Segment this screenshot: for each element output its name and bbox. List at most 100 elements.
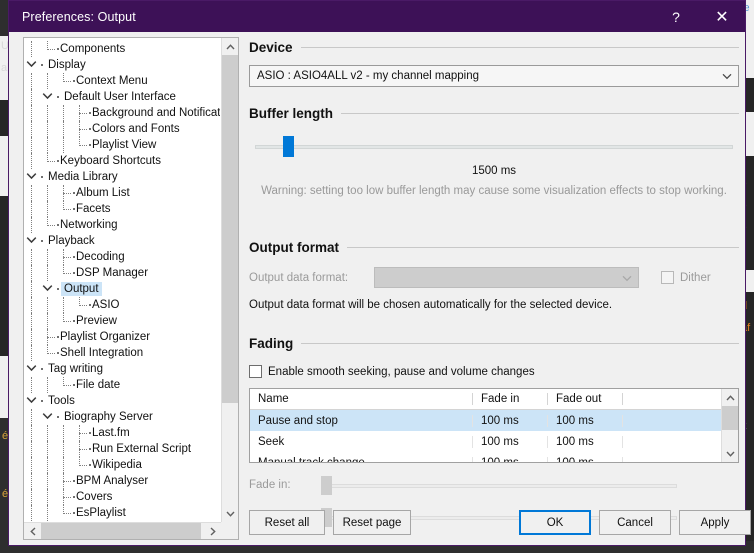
scroll-down-icon[interactable]: [722, 445, 738, 462]
column-header-name[interactable]: Name: [250, 393, 473, 405]
table-row[interactable]: Seek 100 ms 100 ms: [250, 431, 721, 452]
tree-item-label: Colors and Fonts: [92, 123, 180, 135]
tree-connector: [40, 393, 45, 409]
tree-item-networking[interactable]: Networking: [24, 217, 220, 233]
tree-item-run-external-script[interactable]: Run External Script: [24, 441, 220, 457]
tree-item-preview[interactable]: Preview: [24, 313, 220, 329]
chevron-down-icon[interactable]: [24, 233, 40, 249]
enable-smooth-label: Enable smooth seeking, pause and volume …: [268, 365, 535, 378]
slider-track: [329, 484, 677, 488]
tree-item-last-fm[interactable]: Last.fm: [24, 425, 220, 441]
scroll-up-icon[interactable]: [722, 389, 738, 406]
help-icon[interactable]: ?: [653, 1, 699, 32]
tree-guide: [24, 153, 40, 169]
scroll-up-icon[interactable]: [222, 38, 238, 55]
device-select[interactable]: ASIO : ASIO4ALL v2 - my channel mapping: [249, 65, 739, 87]
tree-guide: [72, 297, 88, 313]
table-scrollbar-thumb[interactable]: [722, 406, 738, 430]
tree-item-shell-integration[interactable]: Shell Integration: [24, 345, 220, 361]
window-title: Preferences: Output: [22, 9, 136, 24]
tree-connector: [72, 505, 75, 521]
tree-item-default-user-interface[interactable]: Default User Interface: [24, 89, 220, 105]
tree-guide: [56, 425, 72, 441]
table-row[interactable]: Manual track change 100 ms 100 ms: [250, 452, 721, 462]
column-header-fade-out[interactable]: Fade out: [548, 393, 623, 405]
reset-all-button[interactable]: Reset all: [249, 510, 325, 535]
chevron-down-icon[interactable]: [40, 89, 56, 105]
scroll-down-icon[interactable]: [222, 505, 238, 522]
tree-hscrollbar-thumb[interactable]: [41, 523, 201, 539]
enable-smooth-row[interactable]: Enable smooth seeking, pause and volume …: [249, 365, 739, 378]
tree-item-display[interactable]: Display: [24, 57, 220, 73]
output-format-note: Output data format will be chosen automa…: [249, 299, 613, 311]
chevron-down-icon[interactable]: [24, 393, 40, 409]
tree-item-playlist-organizer[interactable]: Playlist Organizer: [24, 329, 220, 345]
tree-item-dsp-manager[interactable]: DSP Manager: [24, 265, 220, 281]
preferences-tree[interactable]: Components Display Context Menu Default Use…: [23, 37, 239, 540]
tree-item-components[interactable]: Components: [24, 41, 220, 57]
tree-item-bpm-analyser[interactable]: BPM Analyser: [24, 473, 220, 489]
tree-connector: [72, 313, 75, 329]
chevron-down-icon[interactable]: [24, 57, 40, 73]
tree-item-wikipedia[interactable]: Wikipedia: [24, 457, 220, 473]
tree-item-playlist-view[interactable]: Playlist View: [24, 137, 220, 153]
tree-horizontal-scrollbar[interactable]: [24, 522, 238, 539]
tree-item-decoding[interactable]: Decoding: [24, 249, 220, 265]
tree-item-tag-writing[interactable]: Tag writing: [24, 361, 220, 377]
chevron-down-icon[interactable]: [716, 66, 738, 86]
tree-item-album-list[interactable]: Album List: [24, 185, 220, 201]
tree-item-keyboard-shortcuts[interactable]: Keyboard Shortcuts: [24, 153, 220, 169]
apply-button[interactable]: Apply: [679, 510, 751, 535]
tree-item-context-menu[interactable]: Context Menu: [24, 73, 220, 89]
fading-table[interactable]: Name Fade in Fade out Pause and stop 100…: [249, 388, 739, 463]
tree-guide: [40, 73, 56, 89]
tree-item-facets[interactable]: Facets: [24, 201, 220, 217]
tree-connector: [56, 345, 59, 361]
tree-guide: [40, 137, 56, 153]
fading-table-body: Name Fade in Fade out Pause and stop 100…: [250, 389, 721, 462]
tree-guide: [24, 121, 40, 137]
buffer-length-slider[interactable]: [255, 135, 733, 157]
tree-item-output[interactable]: Output: [24, 281, 220, 297]
table-vertical-scrollbar[interactable]: [721, 389, 738, 462]
close-icon[interactable]: ✕: [699, 1, 745, 32]
tree-guide: [40, 185, 56, 201]
tree-item-media-library[interactable]: Media Library: [24, 169, 220, 185]
ok-button[interactable]: OK: [519, 510, 591, 535]
enable-smooth-checkbox[interactable]: [249, 365, 262, 378]
title-bar[interactable]: Preferences: Output ? ✕: [9, 1, 745, 32]
scroll-right-icon[interactable]: [204, 523, 221, 539]
chevron-down-icon[interactable]: [24, 169, 40, 185]
tree-item-colors-and-fonts[interactable]: Colors and Fonts: [24, 121, 220, 137]
tree-guide: [24, 297, 40, 313]
device-heading-label: Device: [249, 40, 293, 55]
chevron-down-icon[interactable]: [40, 409, 56, 425]
tree-connector: [72, 201, 75, 217]
tree-guide: [72, 137, 88, 153]
tree-item-esplaylist[interactable]: EsPlaylist: [24, 505, 220, 521]
tree-item-tools[interactable]: Tools: [24, 393, 220, 409]
tree-vertical-scrollbar[interactable]: [221, 38, 238, 522]
tree-guide: [24, 425, 40, 441]
tree-item-label: ASIO: [92, 299, 120, 311]
tree-item-asio[interactable]: ASIO: [24, 297, 220, 313]
tree-item-biography-server[interactable]: Biography Server: [24, 409, 220, 425]
tree-guide: [24, 185, 40, 201]
tree-scrollbar-thumb[interactable]: [222, 55, 238, 403]
chevron-down-icon[interactable]: [40, 281, 56, 297]
table-row[interactable]: Pause and stop 100 ms 100 ms: [250, 410, 721, 431]
tree-item-file-date[interactable]: File date: [24, 377, 220, 393]
reset-page-button[interactable]: Reset page: [333, 510, 411, 535]
chevron-down-icon[interactable]: [24, 361, 40, 377]
tree-item-covers[interactable]: Covers: [24, 489, 220, 505]
scroll-left-icon[interactable]: [24, 523, 41, 539]
output-format-section: Output format Output data format: Dither: [249, 240, 739, 311]
cancel-button[interactable]: Cancel: [599, 510, 671, 535]
fading-heading-label: Fading: [249, 336, 294, 351]
tree-connector: [56, 329, 59, 345]
tree-item-playback[interactable]: Playback: [24, 233, 220, 249]
slider-thumb[interactable]: [283, 136, 295, 157]
column-header-fade-in[interactable]: Fade in: [473, 393, 548, 405]
tree-item-background-and-notifications[interactable]: Background and Notifications: [24, 105, 220, 121]
tree-guide: [56, 249, 72, 265]
